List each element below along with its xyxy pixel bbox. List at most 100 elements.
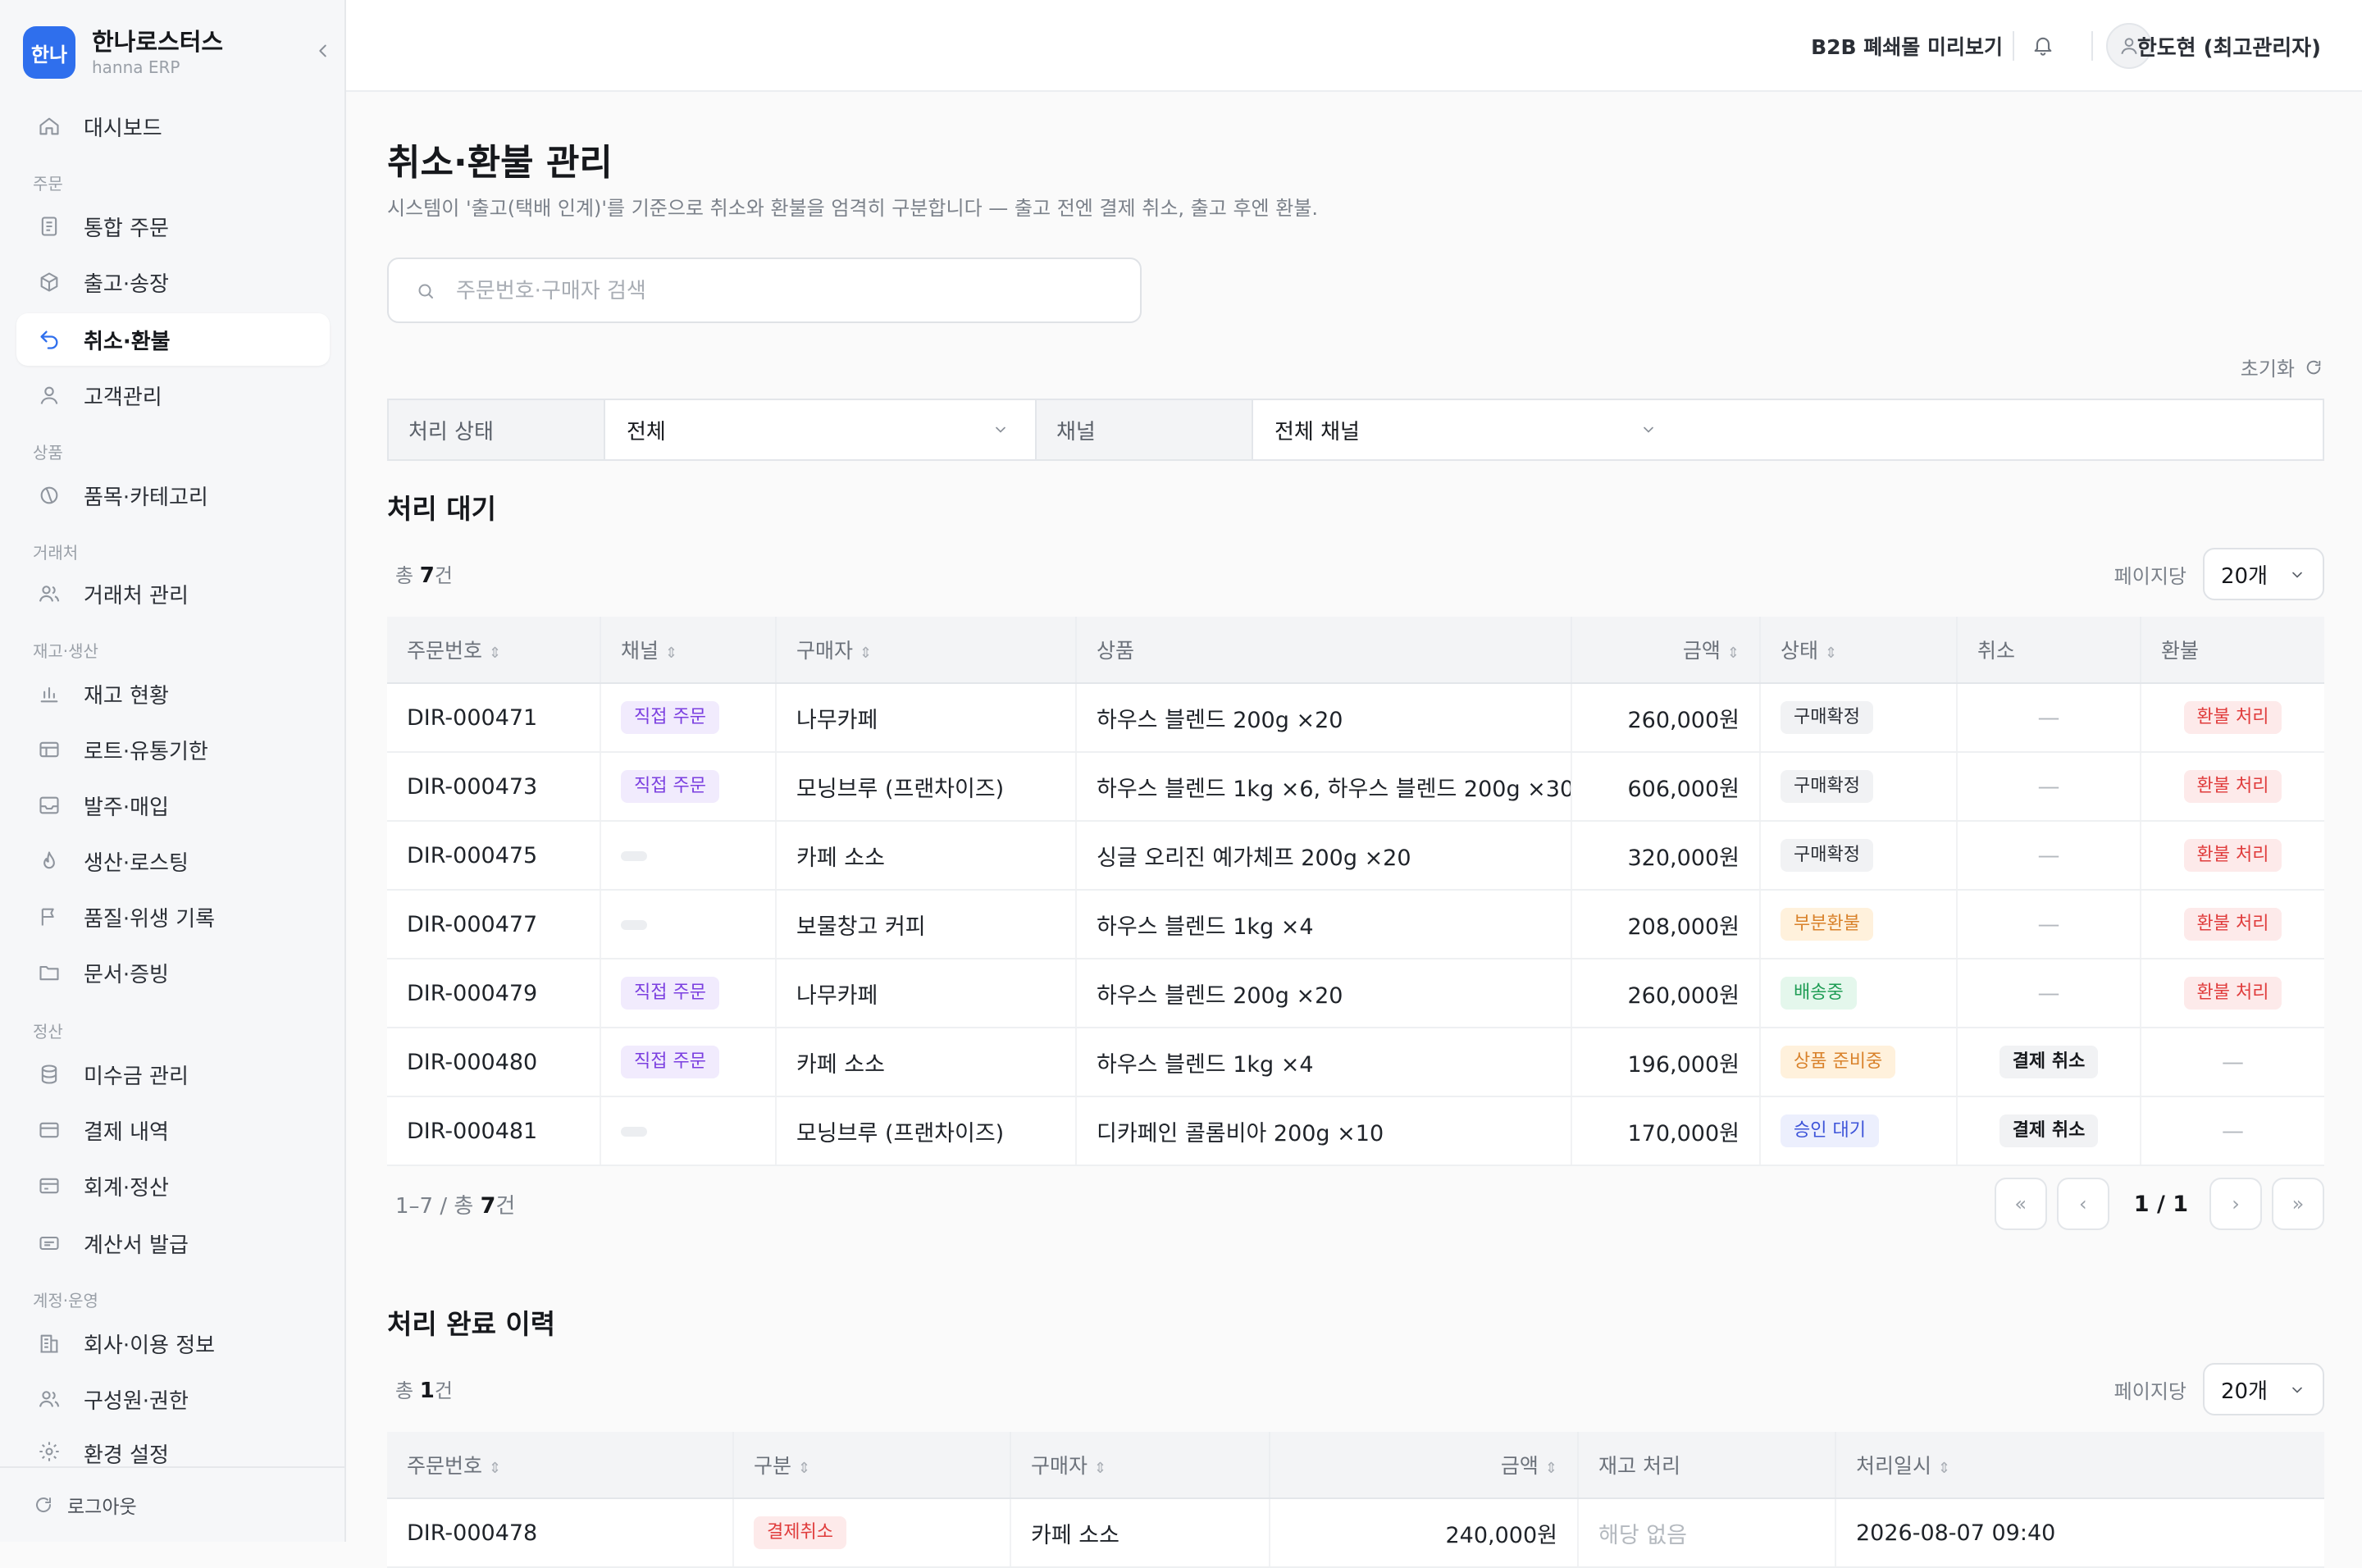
col-channel[interactable]: 채널 ⇕ [600,617,777,684]
table-row[interactable]: DIR-000481 모닝브루 (프랜차이즈) 디카페인 콜롬비아 200g ×… [387,1096,2324,1166]
sidebar-item-label: 거래처 관리 [84,583,189,609]
sidebar-section-account: 계정·운영 [33,1291,98,1310]
status-cell: 구매확정 [1760,683,1958,753]
refund-button[interactable]: 환불 처리 [2183,977,2282,1010]
sidebar-item-partners[interactable]: 거래처 관리 [16,567,330,620]
chevron-down-icon [2288,1381,2306,1399]
buyer: 카페 소소 [776,1028,1077,1097]
chevron-left-icon[interactable] [310,38,336,64]
user-name[interactable]: 한도현 (최고관리자) [2137,31,2321,62]
cancel-cell: — [1957,752,2141,822]
search-icon [413,279,438,303]
status-filter-select[interactable]: 전체 [605,400,1037,459]
table-row[interactable]: DIR-000475 카페 소소 싱글 오리진 예가체프 200g ×20 32… [387,821,2324,891]
table-row[interactable]: DIR-000478 결제취소 카페 소소 240,000원 해당 없음 202… [387,1498,2324,1568]
pending-table: 주문번호 ⇕ 채널 ⇕ 구매자 ⇕ 상품 금액 ⇕ 상태 ⇕ 취소 환불 DIR-0004… [387,617,2324,1166]
sidebar-item-refund[interactable]: 취소·환불 [16,313,330,366]
sidebar-item-settings[interactable]: 환경 설정 [16,1429,330,1466]
perpage-select[interactable]: 20개 [2203,548,2324,600]
refund-cell: 환불 처리 [2141,821,2324,891]
sidebar-item-docs[interactable]: 문서·증빙 [16,946,330,999]
sidebar-item-members[interactable]: 구성원·권한 [16,1373,330,1425]
col-status[interactable]: 상태 ⇕ [1760,617,1958,684]
sidebar-item-customers[interactable]: 고객관리 [16,369,330,422]
order-id: DIR-000475 [387,821,601,891]
sidebar-item-purchase[interactable]: 발주·매입 [16,779,330,832]
payment-cancel-button[interactable]: 결제 취소 [1999,1046,2099,1078]
col-amount[interactable]: 금액 ⇕ [1270,1432,1579,1499]
sidebar-item-roasting[interactable]: 생산·로스팅 [16,835,330,887]
done-section-title: 처리 완료 이력 [387,1308,556,1340]
status-cell: 배송중 [1760,959,1958,1028]
sidebar-section-order: 주문 [33,174,63,194]
chevron-down-icon [1639,420,1658,440]
sidebar-item-label: 로트·유통기한 [84,739,208,764]
product: 하우스 블렌드 1kg ×4 [1076,1028,1572,1097]
sidebar-item-company[interactable]: 회사·이용 정보 [16,1317,330,1370]
brand[interactable]: 한나 한나로스터스 hanna ERP [23,23,335,80]
cancel-cell: 결제 취소 [1957,1096,2141,1166]
stock-handling: 해당 없음 [1578,1498,1836,1568]
sidebar-item-shipping[interactable]: 출고·송장 [16,256,330,308]
table-row[interactable]: DIR-000479 직접 주문 나무카페 하우스 블렌드 200g ×20 2… [387,959,2324,1028]
logout-button[interactable]: 로그아웃 [0,1466,346,1542]
sidebar-item-inventory[interactable]: 재고 현황 [16,668,330,720]
channel-filter-label: 채널 [1037,400,1253,459]
sidebar-item-label: 품질·위생 기록 [84,906,216,932]
sidebar: 한나 한나로스터스 hanna ERP 대시보드 주문 통합 주문 출고·송장 … [0,0,346,1542]
table-row[interactable]: DIR-000471 직접 주문 나무카페 하우스 블렌드 200g ×20 2… [387,683,2324,753]
col-amount[interactable]: 금액 ⇕ [1571,617,1761,684]
col-date[interactable]: 처리일시 ⇕ [1835,1432,2324,1499]
product: 디카페인 콜롬비아 200g ×10 [1076,1096,1572,1166]
sidebar-item-dashboard[interactable]: 대시보드 [16,100,330,153]
col-order-id[interactable]: 주문번호 ⇕ [387,617,601,684]
channel-badge-empty [621,1127,647,1137]
col-buyer[interactable]: 구매자 ⇕ [1010,1432,1270,1499]
sidebar-item-catalog[interactable]: 품목·카테고리 [16,469,330,522]
table-row[interactable]: DIR-000480 직접 주문 카페 소소 하우스 블렌드 1kg ×4 19… [387,1028,2324,1097]
product: 하우스 블렌드 1kg ×6, 하우스 블렌드 200g ×30 [1076,752,1572,822]
refund-button[interactable]: 환불 처리 [2183,770,2282,803]
refund-button[interactable]: 환불 처리 [2183,839,2282,872]
pending-range: 1–7 / 총 7건 [395,1193,516,1219]
refund-button[interactable]: 환불 처리 [2183,701,2282,734]
table-row[interactable]: DIR-000477 보물창고 커피 하우스 블렌드 1kg ×4 208,00… [387,890,2324,959]
col-type[interactable]: 구분 ⇕ [733,1432,1011,1499]
folder-icon [36,959,62,986]
b2b-preview-link[interactable]: B2B 폐쇄몰 미리보기 [1811,31,2003,61]
sidebar-item-label: 통합 주문 [84,216,169,241]
table-row[interactable]: DIR-000473 직접 주문 모닝브루 (프랜차이즈) 하우스 블렌드 1k… [387,752,2324,822]
perpage-select[interactable]: 20개 [2203,1363,2324,1415]
prev-page-button[interactable]: ‹ [2056,1178,2109,1230]
first-page-button[interactable]: « [1994,1178,2047,1230]
sidebar-item-receivable[interactable]: 미수금 관리 [16,1048,330,1101]
refund-button[interactable]: 환불 처리 [2183,908,2282,941]
reset-filters-button[interactable]: 초기화 [2241,353,2324,381]
sidebar-item-payments[interactable]: 결제 내역 [16,1104,330,1156]
sidebar-item-label: 고객관리 [84,385,162,410]
channel-cell: 직접 주문 [600,683,777,753]
sidebar-section-settle: 정산 [33,1022,63,1042]
channel-filter-select[interactable]: 전체 채널 [1253,400,2323,459]
last-page-button[interactable]: » [2272,1178,2324,1230]
bell-icon[interactable] [2029,31,2057,59]
buyer: 보물창고 커피 [776,890,1077,959]
sidebar-item-invoice[interactable]: 계산서 발급 [16,1217,330,1269]
col-order-id[interactable]: 주문번호 ⇕ [387,1432,734,1499]
chart-icon [36,681,62,707]
sidebar-item-quality[interactable]: 품질·위생 기록 [16,891,330,943]
sidebar-item-accounting[interactable]: 회계·정산 [16,1160,330,1212]
cancel-cell: — [1957,821,2141,891]
next-page-button[interactable]: › [2209,1178,2262,1230]
search-input[interactable] [454,271,1114,312]
chevron-down-icon [2288,566,2306,584]
buyer: 모닝브루 (프랜차이즈) [776,1096,1077,1166]
sidebar-item-label: 대시보드 [84,116,162,141]
sidebar-item-lots[interactable]: 로트·유통기한 [16,723,330,776]
sidebar-item-label: 재고 현황 [84,683,169,709]
sidebar-item-orders[interactable]: 통합 주문 [16,200,330,253]
col-buyer[interactable]: 구매자 ⇕ [776,617,1077,684]
sidebar-item-label: 환경 설정 [84,1443,169,1466]
payment-cancel-button[interactable]: 결제 취소 [1999,1114,2099,1147]
col-cancel: 취소 [1957,617,2141,684]
